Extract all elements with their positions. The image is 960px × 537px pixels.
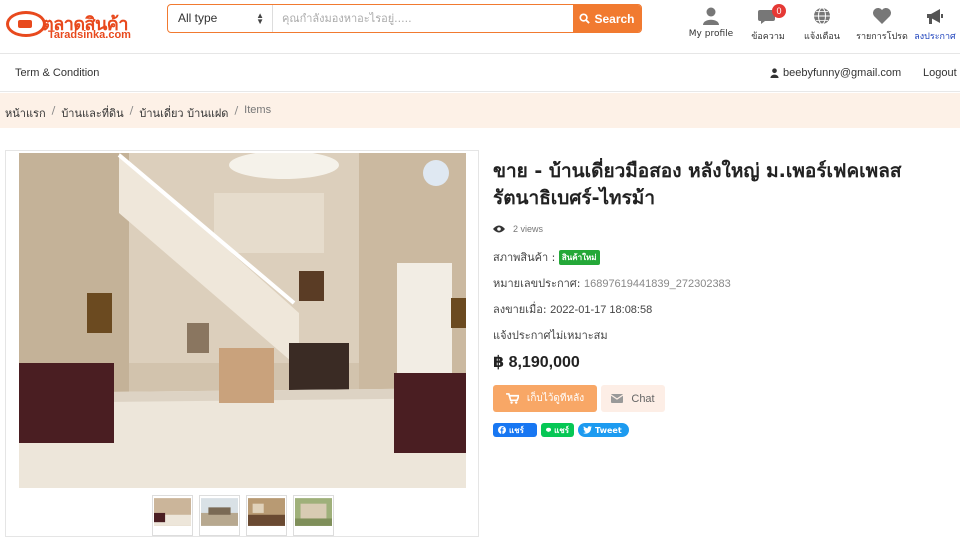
listing-title-line-2: รัตนาธิเบศร์-ไทรม้า (493, 187, 655, 209)
megaphone-icon (927, 9, 943, 24)
globe-icon (814, 7, 830, 25)
search-icon (579, 13, 591, 24)
site-logo[interactable]: ตลาดสินค้า Taradsinka.com (6, 7, 156, 43)
action-buttons: เก็บไว้ดูทีหลัง Chat (493, 385, 960, 412)
user-account[interactable]: beebyfunny@gmail.com (770, 67, 901, 79)
line-icon (546, 427, 552, 433)
user-small-icon (770, 68, 779, 78)
condition-label: สภาพสินค้า : (493, 251, 556, 264)
share-buttons: แชร์ แชร์ Tweet (493, 423, 960, 437)
breadcrumb-separator: / (51, 104, 56, 117)
twitter-icon (583, 426, 592, 434)
save-for-later-label: เก็บไว้ดูทีหลัง (526, 393, 585, 404)
search-button[interactable]: Search (573, 5, 641, 32)
term-condition-link[interactable]: Term & Condition (15, 67, 99, 79)
share-twitter-button[interactable]: Tweet (578, 423, 629, 437)
top-header: ตลาดสินค้า Taradsinka.com All type ▲▼ Se… (0, 0, 960, 54)
ad-number-value: 16897619441839_272302383 (583, 278, 731, 290)
posted-date-label: ลงขายเมื่อ: (493, 303, 547, 316)
breadcrumb-houses[interactable]: บ้านเดี่ยว บ้านแฝด (139, 104, 228, 122)
breadcrumb-real-estate[interactable]: บ้านและที่ดิน (61, 104, 123, 122)
nav-notifications[interactable]: แจ้งเตือน (792, 6, 852, 43)
nav-post-ad[interactable]: ลงประกาศ (905, 6, 960, 43)
views-count: 2 views (513, 224, 544, 234)
logo-text-english: Taradsinka.com (48, 29, 131, 41)
photo-gallery (5, 150, 479, 537)
logout-link[interactable]: Logout (923, 67, 957, 79)
search-bar: All type ▲▼ Search (167, 4, 642, 33)
user-email: beebyfunny@gmail.com (783, 67, 902, 79)
chat-button[interactable]: Chat (601, 385, 665, 412)
search-button-label: Search (594, 11, 635, 26)
user-icon (703, 7, 719, 25)
eye-icon (493, 225, 505, 233)
breadcrumb-home[interactable]: หน้าแรก (5, 104, 46, 122)
chat-button-label: Chat (631, 392, 655, 405)
views-counter: 2 views (493, 223, 960, 235)
facebook-icon (498, 426, 506, 434)
nav-messages[interactable]: 0 ข้อความ (738, 4, 798, 43)
nav-label-post-ad: ลงประกาศ (914, 32, 956, 42)
envelope-icon (611, 394, 624, 403)
share-line-label: แชร์ (554, 425, 569, 435)
condition-row: สภาพสินค้า : สินค้าใหม่ (493, 248, 960, 265)
nav-label-profile: My profile (688, 29, 734, 39)
nav-favorites[interactable]: รายการโปรด (852, 6, 912, 43)
listing-price: ฿ 8,190,000 (493, 354, 580, 371)
share-line-button[interactable]: แชร์ (541, 423, 574, 437)
share-twitter-label: Tweet (595, 425, 622, 435)
thumbnail-2[interactable] (199, 495, 240, 536)
share-facebook-button[interactable]: แชร์ (493, 423, 537, 437)
cart-icon (506, 393, 519, 404)
select-caret-icon: ▲ ▼ (256, 11, 264, 26)
ad-number-label: หมายเลขประกาศ: (493, 277, 581, 290)
report-link[interactable]: แจ้งประกาศไม่เหมาะสม (493, 326, 960, 342)
condition-badge: สินค้าใหม่ (558, 250, 600, 265)
breadcrumb-current: Items (244, 104, 272, 116)
breadcrumb: หน้าแรก / บ้านและที่ดิน / บ้านเดี่ยว บ้า… (0, 93, 960, 128)
breadcrumb-separator: / (234, 104, 239, 117)
type-select[interactable]: All type ▲ ▼ (168, 5, 273, 32)
listing-title-line-1: ขาย - บ้านเดี่ยวมือสอง หลังใหญ่ ม.เพอร์เ… (493, 160, 902, 182)
ad-number-row: หมายเลขประกาศ: 16897619441839_272302383 (493, 274, 960, 290)
secondary-bar: Term & Condition beebyfunny@gmail.com Lo… (0, 55, 960, 92)
breadcrumb-separator: / (129, 104, 134, 117)
share-facebook-label: แชร์ (509, 425, 524, 435)
nav-my-profile[interactable]: My profile (681, 6, 741, 39)
type-select-value: All type (178, 11, 218, 25)
heart-icon (873, 8, 891, 24)
listing-details: ขาย - บ้านเดี่ยวมือสอง หลังใหญ่ ม.เพอร์เ… (493, 158, 960, 437)
thumbnail-3[interactable] (246, 495, 287, 536)
save-for-later-button[interactable]: เก็บไว้ดูทีหลัง (493, 385, 597, 412)
thumbnail-4[interactable] (293, 495, 334, 536)
nav-label-favorites: รายการโปรด (856, 32, 908, 42)
message-count-badge: 0 (772, 4, 786, 18)
nav-label-notifications: แจ้งเตือน (804, 32, 840, 42)
nav-label-messages: ข้อความ (751, 32, 785, 42)
thumbnail-1[interactable] (152, 495, 193, 536)
search-input[interactable] (274, 5, 574, 32)
logo-mark-icon (6, 11, 46, 37)
thumbnail-strip (152, 495, 334, 536)
posted-date-value: 2022-01-17 18:08:58 (550, 304, 653, 316)
main-photo[interactable] (19, 153, 466, 488)
posted-date-row: ลงขายเมื่อ: 2022-01-17 18:08:58 (493, 300, 960, 316)
house-interior-photo (19, 153, 466, 488)
